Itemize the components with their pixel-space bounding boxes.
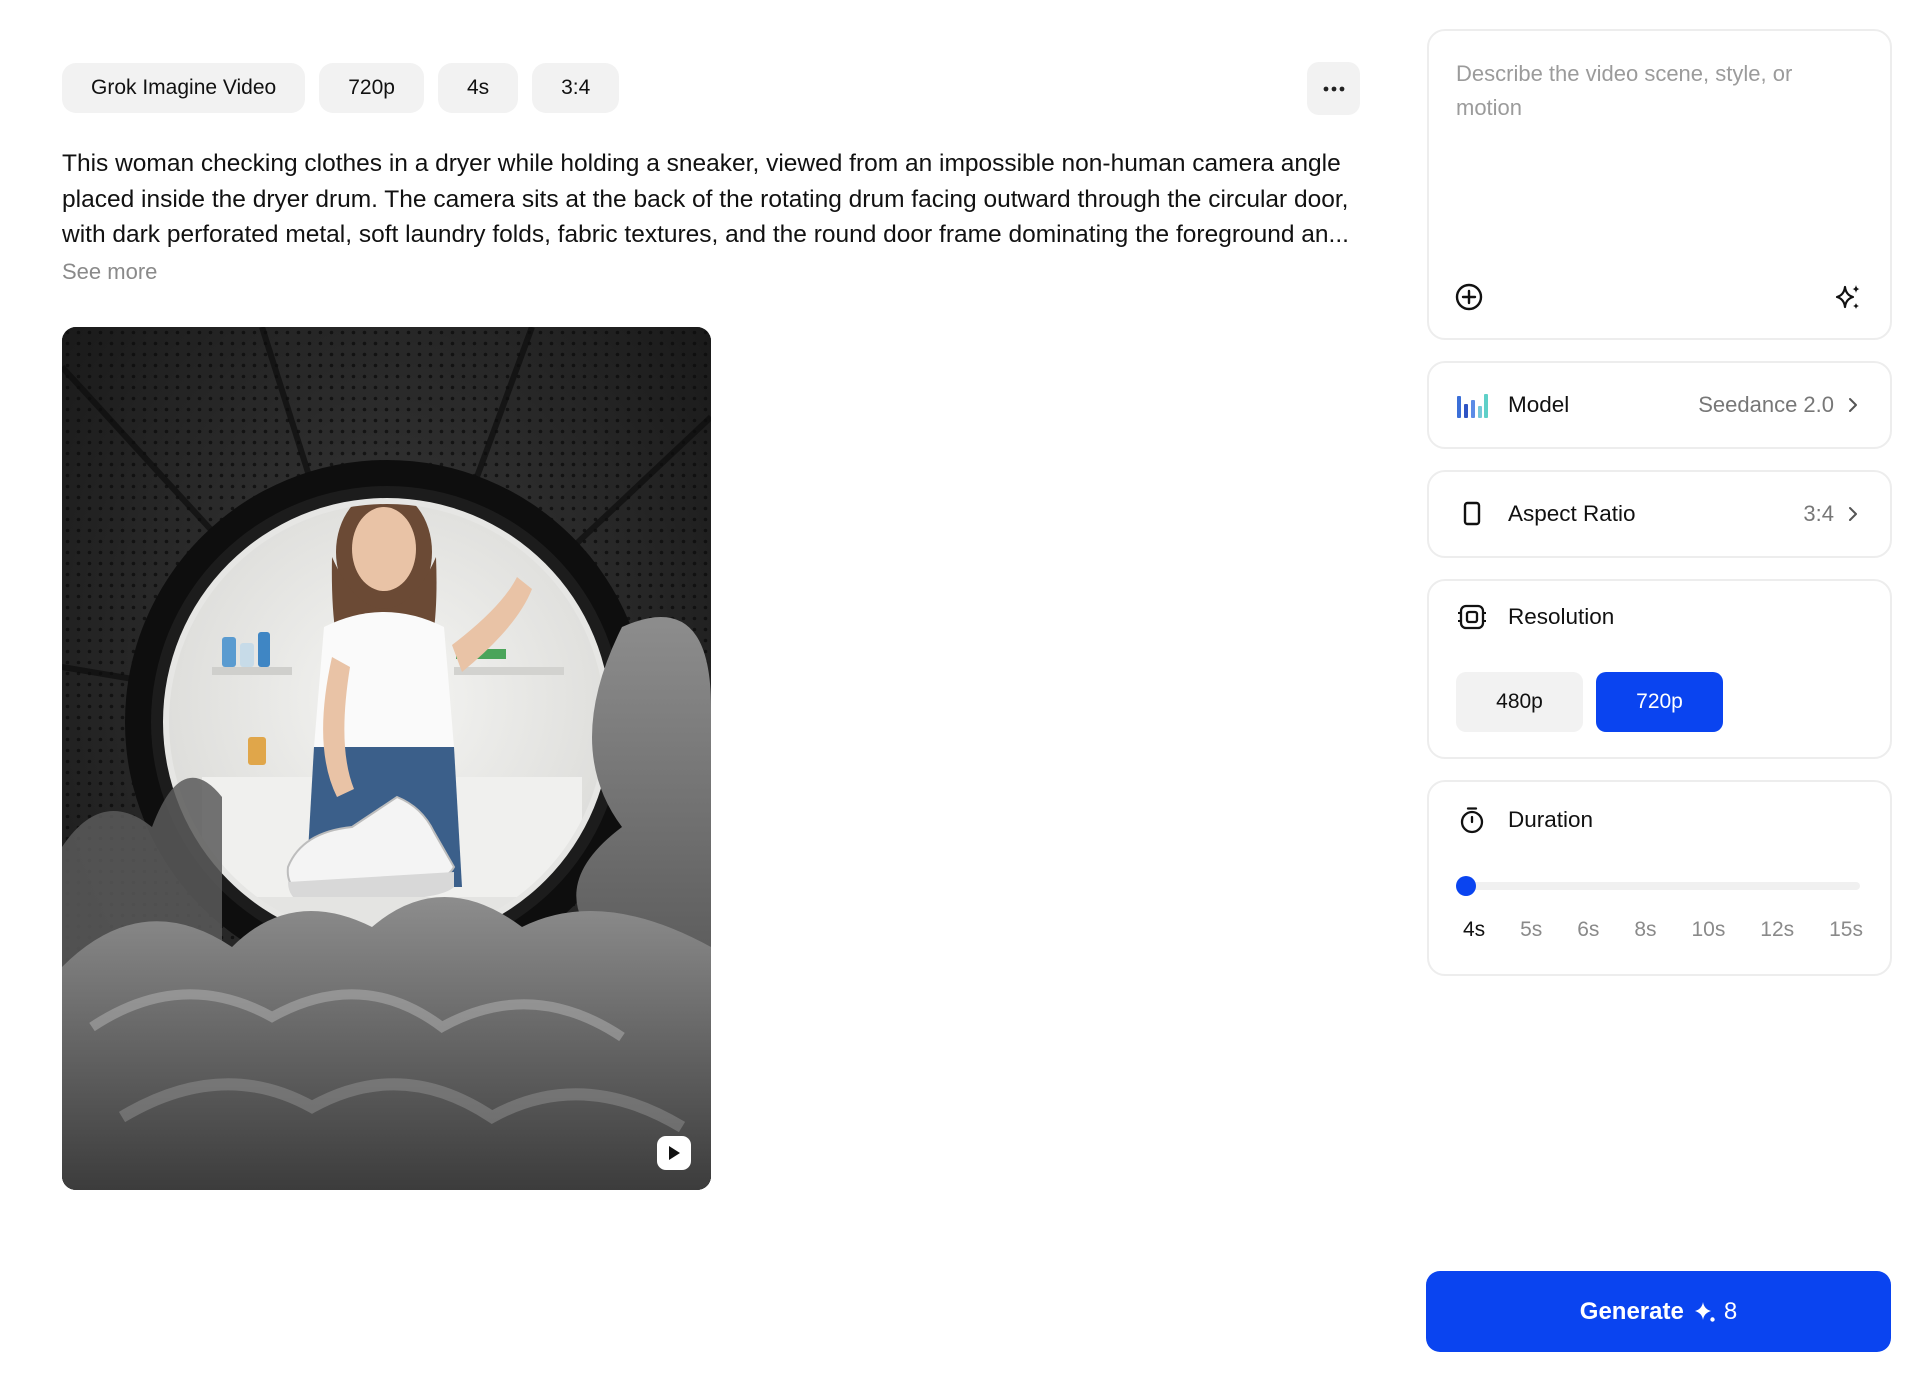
duration-option-12s[interactable]: 12s bbox=[1760, 918, 1794, 942]
duration-options: 4s 5s 6s 8s 10s 12s 15s bbox=[1463, 918, 1863, 942]
tag-duration[interactable]: 4s bbox=[437, 63, 519, 113]
generation-prompt-text: This woman checking clothes in a dryer w… bbox=[62, 150, 1349, 248]
duration-option-15s[interactable]: 15s bbox=[1829, 918, 1863, 942]
video-thumbnail-image bbox=[62, 327, 711, 1190]
chevron-right-icon bbox=[1848, 506, 1864, 522]
duration-option-6s[interactable]: 6s bbox=[1577, 918, 1599, 942]
model-selector[interactable]: Model Seedance 2.0 bbox=[1427, 361, 1892, 449]
aspect-ratio-selector[interactable]: Aspect Ratio 3:4 bbox=[1427, 470, 1892, 558]
plus-circle-icon[interactable] bbox=[1454, 282, 1484, 312]
duration-label: Duration bbox=[1508, 807, 1594, 832]
duration-option-8s[interactable]: 8s bbox=[1634, 918, 1656, 942]
resolution-label: Resolution bbox=[1508, 604, 1615, 629]
more-horizontal-icon bbox=[1323, 86, 1344, 91]
portrait-frame-icon bbox=[1456, 498, 1488, 530]
duration-slider-thumb[interactable] bbox=[1456, 876, 1476, 896]
duration-card: Duration 4s 5s 6s 8s 10s 12s 15s bbox=[1427, 780, 1892, 976]
model-value: Seedance 2.0 bbox=[1698, 392, 1834, 417]
model-label: Model bbox=[1508, 392, 1570, 417]
resolution-icon bbox=[1456, 601, 1488, 633]
see-more-link[interactable]: See more bbox=[62, 259, 157, 285]
model-bars-icon bbox=[1456, 389, 1488, 421]
chevron-right-icon bbox=[1848, 397, 1864, 413]
generate-label: Generate bbox=[1579, 1297, 1684, 1325]
duration-option-4s[interactable]: 4s bbox=[1463, 918, 1485, 942]
tag-aspect-ratio[interactable]: 3:4 bbox=[532, 63, 620, 113]
duration-option-10s[interactable]: 10s bbox=[1692, 918, 1726, 942]
resolution-option-480p[interactable]: 480p bbox=[1456, 672, 1583, 732]
video-preview[interactable] bbox=[62, 327, 711, 1190]
generate-button[interactable]: Generate 8 bbox=[1426, 1271, 1891, 1352]
tag-model[interactable]: Grok Imagine Video bbox=[62, 63, 306, 113]
prompt-input[interactable] bbox=[1456, 57, 1856, 197]
resolution-options: 480p 720p bbox=[1456, 672, 1723, 732]
video-generator-page: Grok Imagine Video 720p 4s 3:4 This woma… bbox=[0, 0, 1920, 1379]
duration-option-5s[interactable]: 5s bbox=[1520, 918, 1542, 942]
resolution-option-720p[interactable]: 720p bbox=[1596, 672, 1723, 732]
duration-header: Duration bbox=[1456, 804, 1593, 836]
generate-credit-cost: 8 bbox=[1723, 1297, 1738, 1325]
play-button[interactable] bbox=[657, 1136, 691, 1170]
resolution-card: Resolution 480p 720p bbox=[1427, 579, 1892, 759]
stopwatch-icon bbox=[1456, 804, 1488, 836]
resolution-header: Resolution bbox=[1456, 601, 1614, 633]
play-icon bbox=[669, 1146, 680, 1160]
more-options-button[interactable] bbox=[1307, 62, 1360, 115]
credit-spark-icon bbox=[1694, 1301, 1716, 1323]
prompt-card bbox=[1427, 29, 1892, 340]
aspect-ratio-label: Aspect Ratio bbox=[1508, 501, 1636, 526]
generation-tags: Grok Imagine Video 720p 4s 3:4 bbox=[62, 63, 620, 113]
tag-resolution[interactable]: 720p bbox=[319, 63, 424, 113]
sparkles-icon[interactable] bbox=[1833, 283, 1863, 313]
duration-slider-track[interactable] bbox=[1458, 882, 1860, 890]
aspect-ratio-value: 3:4 bbox=[1803, 501, 1834, 526]
